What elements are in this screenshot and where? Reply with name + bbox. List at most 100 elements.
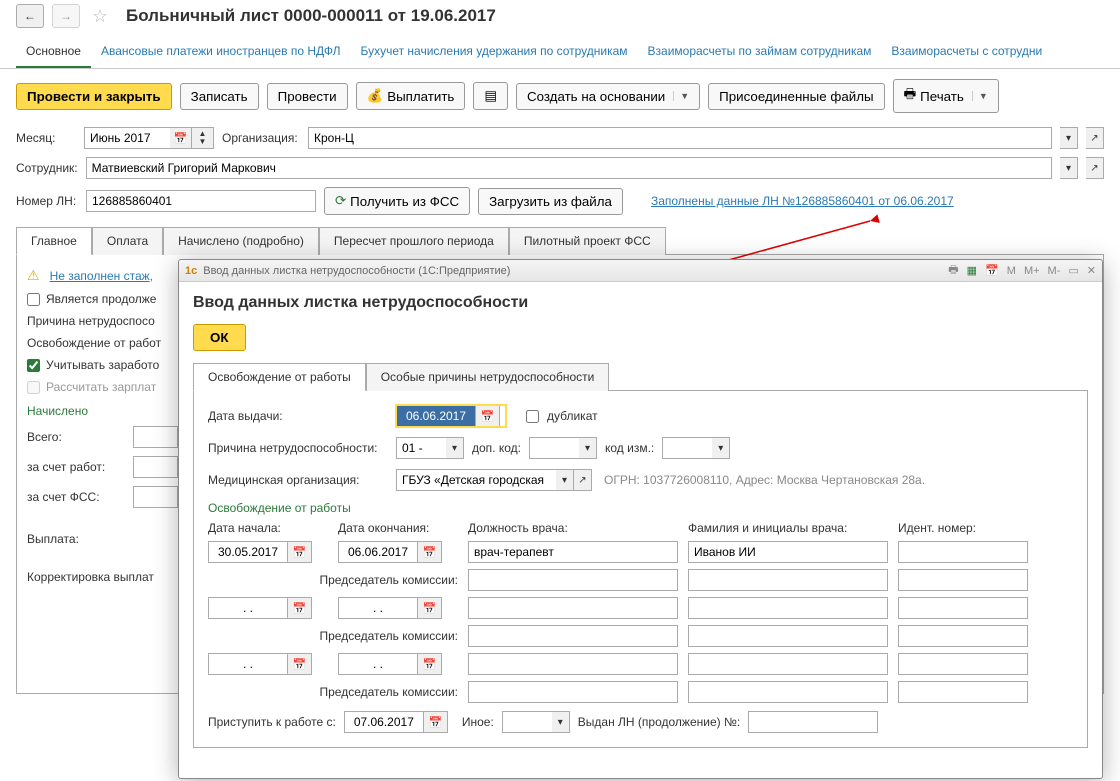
calendar-icon[interactable]: 📅 [418, 653, 442, 675]
subtab-accrued[interactable]: Начислено (подробно) [163, 227, 319, 255]
chairman-name-1[interactable] [688, 569, 888, 591]
start2-input[interactable] [208, 597, 288, 619]
duplicate-checkbox[interactable] [526, 410, 539, 423]
name1-input[interactable] [688, 541, 888, 563]
nav-back-button[interactable]: ← [16, 4, 44, 28]
modal-tab-special[interactable]: Особые причины нетрудоспособности [366, 363, 610, 391]
calendar-nav-icon[interactable]: 📅 [985, 264, 999, 277]
modal-tab-absence[interactable]: Освобождение от работы [193, 363, 366, 391]
nav-tab-advance[interactable]: Авансовые платежи иностранцев по НДФЛ [91, 38, 350, 68]
id1-input[interactable] [898, 541, 1028, 563]
calendar-icon[interactable]: 📅 [476, 405, 500, 427]
favorite-star-icon[interactable]: ☆ [88, 4, 112, 28]
calendar-icon[interactable]: 📅 [418, 541, 442, 563]
print-icon[interactable]: 🖶 [948, 261, 958, 280]
recalc-label: Рассчитать зарплат [46, 380, 156, 394]
minimize-icon[interactable]: ▭ [1068, 264, 1078, 277]
chairman-name-3[interactable] [688, 681, 888, 703]
create-from-button[interactable]: Создать на основании▼ [516, 83, 700, 110]
ln-number-input[interactable] [86, 190, 316, 212]
list-button[interactable]: ▤ [473, 82, 508, 110]
medorg-input[interactable] [396, 469, 556, 491]
post2-input[interactable] [468, 597, 678, 619]
m-plus-icon[interactable]: M+ [1024, 265, 1040, 277]
chevron-down-icon[interactable]: ▾ [579, 437, 597, 459]
employer-input[interactable] [133, 456, 178, 478]
post3-input[interactable] [468, 653, 678, 675]
addcode-input[interactable] [529, 437, 579, 459]
subtab-recalc[interactable]: Пересчет прошлого периода [319, 227, 509, 255]
nav-tab-loans[interactable]: Взаиморасчеты по займам сотрудникам [638, 38, 882, 68]
calendar-icon[interactable]: 📅 [418, 597, 442, 619]
chevron-down-icon[interactable]: ▾ [556, 469, 574, 491]
subtab-pilot[interactable]: Пилотный проект ФСС [509, 227, 666, 255]
stepper-icon[interactable]: ▲▼ [192, 127, 214, 149]
ok-button[interactable]: ОК [193, 324, 246, 351]
end2-input[interactable] [338, 597, 418, 619]
grid-icon[interactable]: ▦ [967, 264, 977, 277]
post-button[interactable]: Провести [267, 83, 348, 110]
end3-input[interactable] [338, 653, 418, 675]
chevron-down-icon[interactable]: ▾ [446, 437, 464, 459]
nav-forward-button[interactable]: → [52, 4, 80, 28]
use-salary-checkbox[interactable] [27, 359, 40, 372]
issue-date-input[interactable] [396, 405, 476, 427]
start1-input[interactable] [208, 541, 288, 563]
chevron-down-icon[interactable]: ▾ [712, 437, 730, 459]
post-and-close-button[interactable]: Провести и закрыть [16, 83, 172, 110]
attached-files-button[interactable]: Присоединенные файлы [708, 83, 884, 110]
calendar-icon[interactable]: 📅 [170, 127, 192, 149]
m-minus-icon[interactable]: M [1007, 265, 1016, 277]
nav-tab-main[interactable]: Основное [16, 38, 91, 68]
load-from-file-button[interactable]: Загрузить из файла [478, 188, 623, 215]
get-fss-button[interactable]: ⟳Получить из ФСС [324, 187, 470, 215]
name3-input[interactable] [688, 653, 888, 675]
filled-data-link[interactable]: Заполнены данные ЛН №126885860401 от 06.… [651, 194, 954, 208]
calendar-icon[interactable]: 📅 [424, 711, 448, 733]
start3-input[interactable] [208, 653, 288, 675]
chevron-down-icon[interactable]: ▾ [1060, 127, 1078, 149]
pay-button[interactable]: 💰Выплатить [356, 82, 466, 110]
id2-input[interactable] [898, 597, 1028, 619]
chairman-post-2[interactable] [468, 625, 678, 647]
org-input[interactable] [308, 127, 1052, 149]
chairman-post-1[interactable] [468, 569, 678, 591]
post1-input[interactable] [468, 541, 678, 563]
calendar-icon[interactable]: 📅 [288, 541, 312, 563]
chairman-post-3[interactable] [468, 681, 678, 703]
issued-ln-input[interactable] [748, 711, 878, 733]
total-input[interactable] [133, 426, 178, 448]
employee-input[interactable] [86, 157, 1052, 179]
subtab-payment[interactable]: Оплата [92, 227, 163, 255]
print-button[interactable]: 🖶Печать▼ [893, 79, 999, 113]
continuation-checkbox[interactable] [27, 293, 40, 306]
chevron-down-icon[interactable]: ▾ [1060, 157, 1078, 179]
calendar-icon[interactable]: 📅 [288, 597, 312, 619]
open-ref-icon[interactable]: ↗ [1086, 127, 1104, 149]
chairman-name-2[interactable] [688, 625, 888, 647]
calendar-icon[interactable]: 📅 [288, 653, 312, 675]
reason-input[interactable] [396, 437, 446, 459]
end1-input[interactable] [338, 541, 418, 563]
open-ref-icon[interactable]: ↗ [574, 469, 592, 491]
id3-input[interactable] [898, 653, 1028, 675]
name2-input[interactable] [688, 597, 888, 619]
write-button[interactable]: Записать [180, 83, 259, 110]
chairman-id-1[interactable] [898, 569, 1028, 591]
chevron-down-icon[interactable]: ▾ [552, 711, 570, 733]
chairman-id-3[interactable] [898, 681, 1028, 703]
stage-warning-link[interactable]: Не заполнен стаж, [50, 269, 153, 283]
other-input[interactable] [502, 711, 552, 733]
chairman-id-2[interactable] [898, 625, 1028, 647]
m-icon[interactable]: M- [1048, 265, 1061, 277]
payout-corr-label: Корректировка выплат [27, 570, 154, 584]
month-input[interactable] [84, 127, 170, 149]
open-ref-icon[interactable]: ↗ [1086, 157, 1104, 179]
back-date-input[interactable] [344, 711, 424, 733]
close-icon[interactable]: ✕ [1087, 264, 1096, 277]
chgcode-input[interactable] [662, 437, 712, 459]
fss-input[interactable] [133, 486, 178, 508]
subtab-main[interactable]: Главное [16, 227, 92, 255]
nav-tab-settlements[interactable]: Взаиморасчеты с сотрудни [881, 38, 1052, 68]
nav-tab-accounting[interactable]: Бухучет начисления удержания по сотрудни… [350, 38, 637, 68]
